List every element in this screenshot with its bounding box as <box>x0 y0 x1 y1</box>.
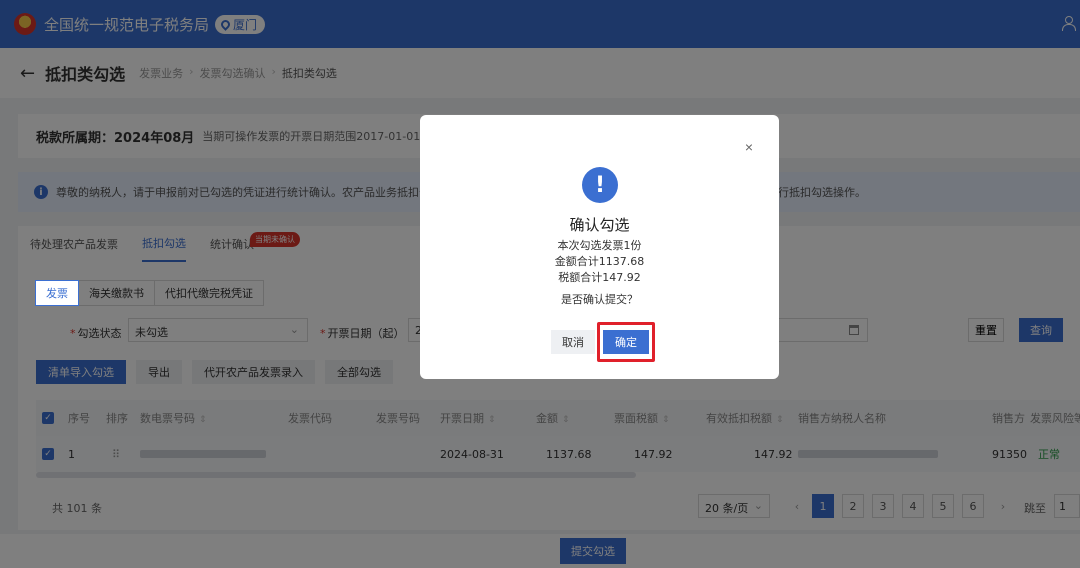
dialog-tax-total: 税额合计147.92 <box>558 271 641 284</box>
dialog-amount-total: 金额合计1137.68 <box>554 255 645 268</box>
cancel-button[interactable]: 取消 <box>551 330 595 354</box>
dialog-invoice-count: 本次勾选发票1份 <box>557 239 642 252</box>
confirm-button[interactable]: 确定 <box>603 330 649 354</box>
confirm-dialog: × ! 确认勾选 本次勾选发票1份 金额合计1137.68 税额合计147.92… <box>420 115 779 379</box>
dialog-title: 确认勾选 <box>569 216 630 234</box>
close-icon[interactable]: × <box>745 139 753 155</box>
subtab-invoice[interactable]: 发票 <box>35 280 79 306</box>
dialog-question: 是否确认提交？ <box>561 293 638 306</box>
exclamation-icon: ! <box>582 167 618 203</box>
